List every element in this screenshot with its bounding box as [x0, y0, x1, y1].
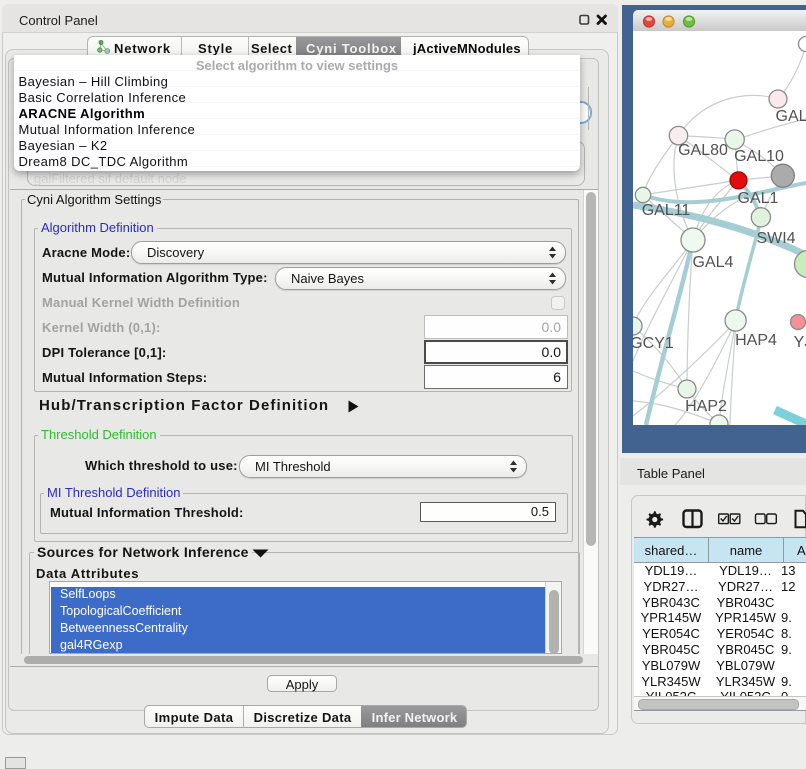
- svg-text:SWI4: SWI4: [756, 230, 795, 247]
- svg-text:GCY1: GCY1: [633, 335, 674, 352]
- svg-text:GAL10: GAL10: [734, 148, 784, 165]
- svg-text:GAL1: GAL1: [738, 190, 779, 207]
- svg-text:GAL7: GAL7: [776, 108, 806, 125]
- svg-text:YJ: YJ: [794, 334, 806, 351]
- svg-text:GAL80: GAL80: [678, 142, 728, 159]
- svg-text:HAP4: HAP4: [735, 332, 777, 349]
- svg-text:GAL4: GAL4: [693, 254, 734, 271]
- svg-text:HAP2: HAP2: [685, 398, 727, 415]
- svg-text:GAL11: GAL11: [642, 202, 691, 219]
